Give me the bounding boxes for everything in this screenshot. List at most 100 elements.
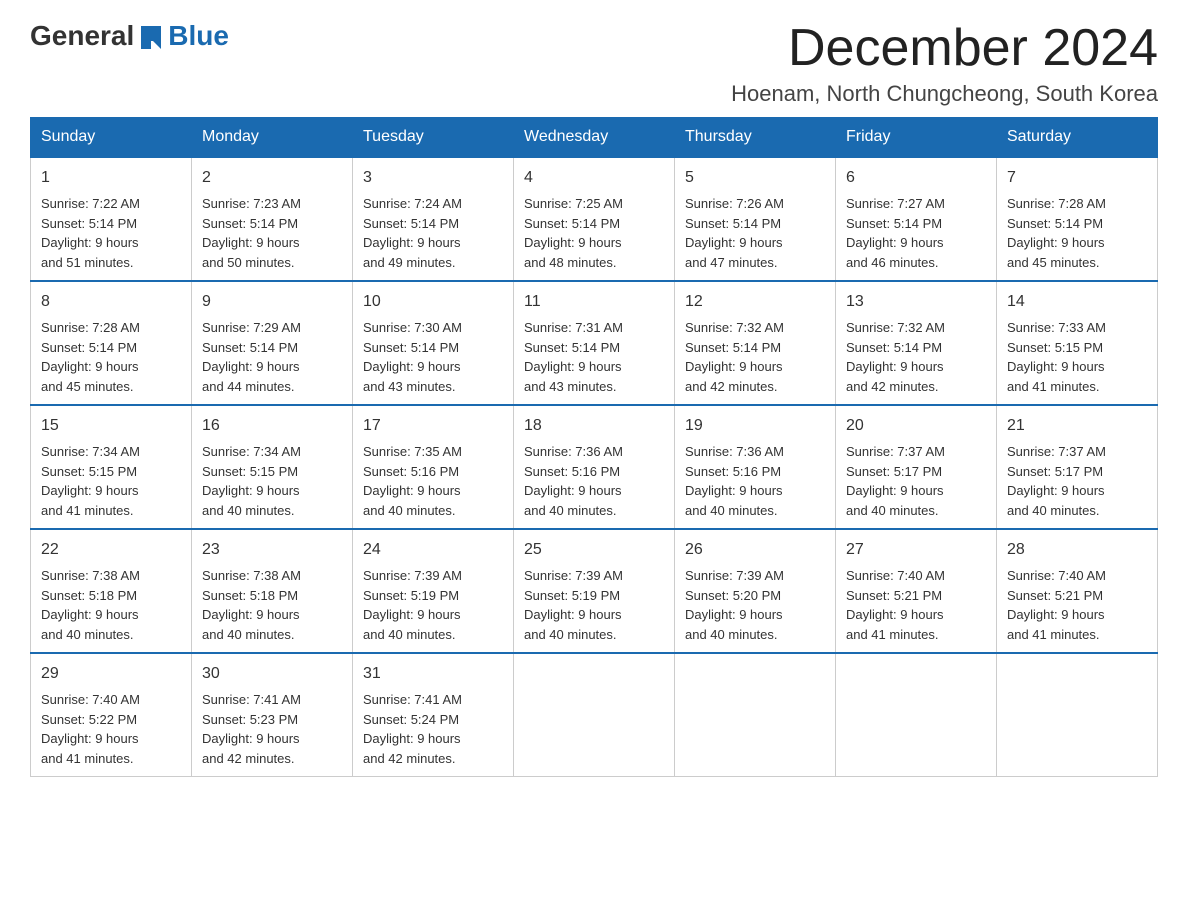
day-info-line: and 40 minutes. bbox=[685, 625, 825, 645]
day-info-line: Sunrise: 7:37 AM bbox=[1007, 442, 1147, 462]
day-info-line: and 41 minutes. bbox=[1007, 377, 1147, 397]
day-info-line: and 51 minutes. bbox=[41, 253, 181, 273]
day-number: 30 bbox=[202, 662, 342, 686]
day-info-line: Sunset: 5:19 PM bbox=[524, 586, 664, 606]
calendar-cell: 21Sunrise: 7:37 AMSunset: 5:17 PMDayligh… bbox=[997, 405, 1158, 529]
day-info-line: and 40 minutes. bbox=[41, 625, 181, 645]
day-info-line: and 40 minutes. bbox=[1007, 501, 1147, 521]
day-info-line: and 41 minutes. bbox=[1007, 625, 1147, 645]
day-info-line: Daylight: 9 hours bbox=[1007, 357, 1147, 377]
calendar-cell: 26Sunrise: 7:39 AMSunset: 5:20 PMDayligh… bbox=[675, 529, 836, 653]
day-info-line: Sunset: 5:17 PM bbox=[846, 462, 986, 482]
day-info-line: Sunrise: 7:26 AM bbox=[685, 194, 825, 214]
day-info-line: and 40 minutes. bbox=[202, 501, 342, 521]
day-info-line: Sunset: 5:15 PM bbox=[202, 462, 342, 482]
day-info-line: Sunrise: 7:41 AM bbox=[363, 690, 503, 710]
day-info-line: and 45 minutes. bbox=[1007, 253, 1147, 273]
day-info-line: and 43 minutes. bbox=[524, 377, 664, 397]
day-info-line: Daylight: 9 hours bbox=[685, 357, 825, 377]
calendar-cell: 3Sunrise: 7:24 AMSunset: 5:14 PMDaylight… bbox=[353, 157, 514, 281]
day-info-line: Sunrise: 7:41 AM bbox=[202, 690, 342, 710]
day-info-line: Sunset: 5:14 PM bbox=[685, 214, 825, 234]
day-info-line: Sunset: 5:14 PM bbox=[524, 338, 664, 358]
day-number: 2 bbox=[202, 166, 342, 190]
day-info-line: Sunset: 5:14 PM bbox=[363, 214, 503, 234]
calendar-week-row: 8Sunrise: 7:28 AMSunset: 5:14 PMDaylight… bbox=[31, 281, 1158, 405]
calendar-cell: 23Sunrise: 7:38 AMSunset: 5:18 PMDayligh… bbox=[192, 529, 353, 653]
day-number: 18 bbox=[524, 414, 664, 438]
day-number: 22 bbox=[41, 538, 181, 562]
calendar-cell: 28 Sunrise: 7:40 AMSunset: 5:21 PMDayligh… bbox=[997, 529, 1158, 653]
day-info-line: and 46 minutes. bbox=[846, 253, 986, 273]
logo-icon bbox=[136, 21, 166, 51]
weekday-header-saturday: Saturday bbox=[997, 118, 1158, 158]
calendar-table: SundayMondayTuesdayWednesdayThursdayFrid… bbox=[30, 117, 1158, 777]
page-header: General Blue December 2024 Hoenam, North… bbox=[30, 20, 1158, 107]
calendar-cell: 6Sunrise: 7:27 AMSunset: 5:14 PMDaylight… bbox=[836, 157, 997, 281]
calendar-cell: 24Sunrise: 7:39 AMSunset: 5:19 PMDayligh… bbox=[353, 529, 514, 653]
day-info-line: Sunrise: 7:35 AM bbox=[363, 442, 503, 462]
day-number: 1 bbox=[41, 166, 181, 190]
day-info-line: Sunset: 5:14 PM bbox=[202, 338, 342, 358]
calendar-cell: 1Sunrise: 7:22 AMSunset: 5:14 PMDaylight… bbox=[31, 157, 192, 281]
day-info-line: Sunrise: 7:29 AM bbox=[202, 318, 342, 338]
day-info-line: Sunset: 5:14 PM bbox=[41, 338, 181, 358]
day-info-line: Daylight: 9 hours bbox=[363, 357, 503, 377]
day-number: 10 bbox=[363, 290, 503, 314]
day-info-line: Daylight: 9 hours bbox=[524, 605, 664, 625]
calendar-week-row: 29Sunrise: 7:40 AMSunset: 5:22 PMDayligh… bbox=[31, 653, 1158, 777]
day-info-line: Daylight: 9 hours bbox=[524, 481, 664, 501]
calendar-cell: 31Sunrise: 7:41 AMSunset: 5:24 PMDayligh… bbox=[353, 653, 514, 777]
day-info-line: and 43 minutes. bbox=[363, 377, 503, 397]
day-info-line: Sunrise: 7:40 AM bbox=[41, 690, 181, 710]
day-info-line: and 41 minutes. bbox=[41, 501, 181, 521]
weekday-header-monday: Monday bbox=[192, 118, 353, 158]
calendar-cell: 10Sunrise: 7:30 AMSunset: 5:14 PMDayligh… bbox=[353, 281, 514, 405]
day-info-line: Daylight: 9 hours bbox=[202, 233, 342, 253]
day-info-line: Daylight: 9 hours bbox=[685, 233, 825, 253]
day-info-line: Sunrise: 7:38 AM bbox=[202, 566, 342, 586]
day-number: 28 bbox=[1007, 538, 1147, 562]
day-number: 8 bbox=[41, 290, 181, 314]
weekday-header-wednesday: Wednesday bbox=[514, 118, 675, 158]
day-info-line: Sunset: 5:16 PM bbox=[685, 462, 825, 482]
day-info-line: Sunrise: 7:30 AM bbox=[363, 318, 503, 338]
calendar-cell: 25Sunrise: 7:39 AMSunset: 5:19 PMDayligh… bbox=[514, 529, 675, 653]
day-info-line: Sunrise: 7:32 AM bbox=[846, 318, 986, 338]
day-info-line: and 47 minutes. bbox=[685, 253, 825, 273]
day-info-line: Sunset: 5:21 PM bbox=[1007, 586, 1147, 606]
calendar-cell: 2Sunrise: 7:23 AMSunset: 5:14 PMDaylight… bbox=[192, 157, 353, 281]
day-info-line: Sunset: 5:21 PM bbox=[846, 586, 986, 606]
day-number: 5 bbox=[685, 166, 825, 190]
weekday-header-tuesday: Tuesday bbox=[353, 118, 514, 158]
day-info-line: and 50 minutes. bbox=[202, 253, 342, 273]
day-info-line: and 40 minutes. bbox=[363, 625, 503, 645]
day-number: 14 bbox=[1007, 290, 1147, 314]
location-title: Hoenam, North Chungcheong, South Korea bbox=[731, 81, 1158, 107]
day-number: 13 bbox=[846, 290, 986, 314]
day-info-line: and 44 minutes. bbox=[202, 377, 342, 397]
logo-blue-text: Blue bbox=[168, 20, 229, 52]
day-info-line: Sunset: 5:14 PM bbox=[846, 214, 986, 234]
day-info-line: Daylight: 9 hours bbox=[846, 605, 986, 625]
day-info-line: Daylight: 9 hours bbox=[363, 233, 503, 253]
day-info-line: Sunset: 5:15 PM bbox=[1007, 338, 1147, 358]
day-info-line: Daylight: 9 hours bbox=[524, 233, 664, 253]
day-info-line: Sunset: 5:20 PM bbox=[685, 586, 825, 606]
calendar-cell: 27Sunrise: 7:40 AMSunset: 5:21 PMDayligh… bbox=[836, 529, 997, 653]
day-info-line: Sunrise: 7:40 AM bbox=[1007, 566, 1147, 586]
day-info-line: Daylight: 9 hours bbox=[1007, 605, 1147, 625]
calendar-cell: 4Sunrise: 7:25 AMSunset: 5:14 PMDaylight… bbox=[514, 157, 675, 281]
day-info-line: Daylight: 9 hours bbox=[202, 357, 342, 377]
day-info-line: Sunset: 5:14 PM bbox=[524, 214, 664, 234]
day-info-line: Daylight: 9 hours bbox=[1007, 233, 1147, 253]
day-info-line: Daylight: 9 hours bbox=[202, 729, 342, 749]
day-info-line: Sunset: 5:24 PM bbox=[363, 710, 503, 730]
calendar-cell: 11Sunrise: 7:31 AMSunset: 5:14 PMDayligh… bbox=[514, 281, 675, 405]
day-info-line: Sunset: 5:16 PM bbox=[524, 462, 664, 482]
calendar-week-row: 1Sunrise: 7:22 AMSunset: 5:14 PMDaylight… bbox=[31, 157, 1158, 281]
day-number: 3 bbox=[363, 166, 503, 190]
day-number: 20 bbox=[846, 414, 986, 438]
day-number: 7 bbox=[1007, 166, 1147, 190]
day-info-line: and 48 minutes. bbox=[524, 253, 664, 273]
